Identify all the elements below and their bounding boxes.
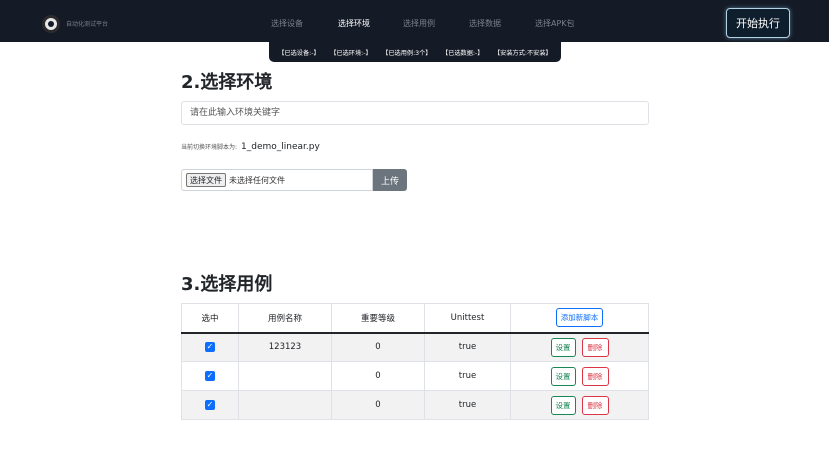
table-row: ✓ 0 true 设置 删除 bbox=[181, 361, 649, 391]
summary-data: 【已选数据:-】 bbox=[442, 49, 484, 57]
summary-install: 【安装方式:不安装】 bbox=[493, 49, 552, 57]
unittest-cell: true bbox=[424, 361, 511, 391]
add-script-button[interactable]: 添加新脚本 bbox=[555, 308, 604, 328]
brand-name: 自动化测试平台 bbox=[66, 21, 109, 28]
start-execution-button[interactable]: 开始执行 bbox=[726, 8, 790, 38]
env-search-input[interactable] bbox=[181, 101, 649, 125]
row-checkbox[interactable]: ✓ bbox=[205, 371, 215, 381]
file-status: 未选择任何文件 bbox=[229, 175, 285, 185]
unittest-cell: true bbox=[424, 332, 511, 362]
header-level: 重要等级 bbox=[331, 303, 425, 334]
header-actions: 添加新脚本 bbox=[510, 303, 649, 334]
logo-icon bbox=[42, 15, 60, 33]
file-input[interactable]: 选择文件 未选择任何文件 bbox=[181, 169, 373, 191]
nav-item-apk[interactable]: 选择APK包 bbox=[535, 18, 575, 29]
case-name-cell bbox=[238, 361, 332, 391]
current-env-value: 1_demo_linear.py bbox=[241, 142, 320, 152]
header-unittest: Unittest bbox=[424, 303, 511, 334]
nav-item-environment[interactable]: 选择环境 bbox=[338, 18, 370, 29]
header-selected: 选中 bbox=[181, 303, 239, 334]
summary-case: 【已选用例:3个】 bbox=[382, 49, 432, 57]
case-name-cell bbox=[238, 390, 332, 420]
upload-button[interactable]: 上传 bbox=[373, 169, 407, 191]
delete-button[interactable]: 删除 bbox=[581, 395, 609, 415]
choose-file-button[interactable]: 选择文件 bbox=[186, 173, 226, 187]
current-env-label: 当前切换环境脚本为: bbox=[181, 144, 238, 151]
summary-environment: 【已选环境:-】 bbox=[330, 49, 372, 57]
unittest-cell: true bbox=[424, 390, 511, 420]
row-checkbox[interactable]: ✓ bbox=[205, 400, 215, 410]
row-checkbox[interactable]: ✓ bbox=[205, 342, 215, 353]
header-case-name: 用例名称 bbox=[238, 303, 332, 334]
summary-device: 【已选设备:-】 bbox=[278, 49, 320, 57]
level-cell: 0 bbox=[331, 390, 425, 420]
current-env-script: 当前切换环境脚本为: 1_demo_linear.py bbox=[181, 142, 320, 152]
settings-button[interactable]: 设置 bbox=[550, 395, 576, 415]
table-row: ✓ 0 true 设置 删除 bbox=[181, 390, 649, 420]
case-table: 选中 用例名称 重要等级 Unittest 添加新脚本 ✓ 123123 0 t… bbox=[181, 303, 649, 420]
nav-item-device[interactable]: 选择设备 bbox=[271, 18, 303, 29]
top-navbar: 自动化测试平台 选择设备 选择环境 选择用例 选择数据 选择APK包 开始执行 bbox=[0, 0, 829, 42]
level-cell: 0 bbox=[331, 332, 425, 362]
delete-button[interactable]: 删除 bbox=[581, 337, 609, 357]
selection-summary: 【已选设备:-】 【已选环境:-】 【已选用例:3个】 【已选数据:-】 【安装… bbox=[269, 42, 561, 62]
env-section-title: 2.选择环境 bbox=[181, 72, 273, 93]
table-row: ✓ 123123 0 true 设置 删除 bbox=[181, 332, 649, 362]
delete-button[interactable]: 删除 bbox=[581, 366, 609, 386]
settings-button[interactable]: 设置 bbox=[550, 366, 576, 386]
nav-item-data[interactable]: 选择数据 bbox=[469, 18, 501, 29]
settings-button[interactable]: 设置 bbox=[550, 337, 576, 357]
case-section-title: 3.选择用例 bbox=[181, 274, 273, 295]
nav-item-case[interactable]: 选择用例 bbox=[403, 18, 435, 29]
level-cell: 0 bbox=[331, 361, 425, 391]
case-name-cell: 123123 bbox=[238, 332, 332, 362]
